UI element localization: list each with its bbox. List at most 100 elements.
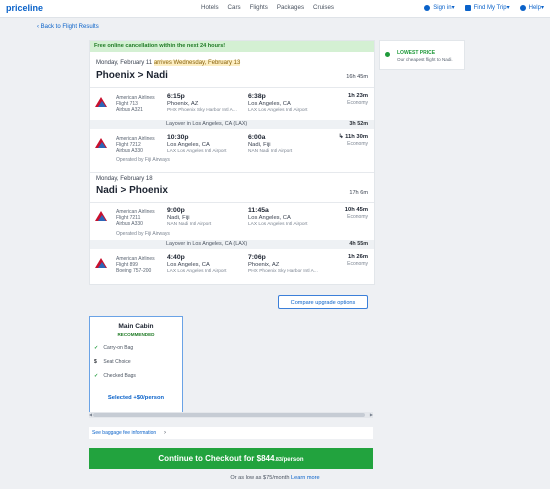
nav-flights[interactable]: Flights [250, 4, 268, 11]
outbound-date-text: Monday, February 11 [96, 60, 153, 66]
american-airlines-logo-icon [95, 97, 108, 107]
priceline-logo[interactable]: priceline [6, 3, 43, 13]
layover-text: Layover in Los Angeles, CA (LAX) [166, 121, 248, 127]
baggage-fee-label: See baggage fee information [92, 430, 157, 436]
check-circle-icon [385, 52, 390, 57]
lowest-price-badge: LOWEST PRICE Our cheapest flight to Nadi… [379, 40, 465, 70]
account-links: Sign in ▾ Find My Trip ▾ Help ▾ [414, 4, 544, 11]
arrival-time: 6:00a [248, 134, 266, 141]
horizontal-scrollbar[interactable]: ◀ ▶ [89, 412, 373, 418]
airline-info: American Airlines Flight 7212 Airbus A33… [116, 136, 155, 155]
layover-row: Layover in Los Angeles, CA (LAX) 4h 55m [90, 240, 374, 249]
arrival-city: Phoenix, AZ [248, 262, 280, 268]
segment-duration: 1h 26m [348, 254, 368, 260]
check-icon: ✓ [94, 345, 99, 351]
back-to-results-link[interactable]: ‹ Back to Flight Results [37, 24, 99, 30]
help-link[interactable]: Help ▾ [519, 4, 544, 11]
segment-duration: 1h 23m [348, 93, 368, 99]
main-cabin-fare-card[interactable]: Main Cabin RECOMMENDED ✓ Carry-on Bag $ … [89, 316, 183, 414]
check-icon: ✓ [94, 373, 99, 379]
checkout-per: /person [281, 457, 304, 463]
baggage-fee-link[interactable]: See baggage fee information › [89, 427, 373, 439]
arrival-city: Los Angeles, CA [248, 101, 291, 107]
arrival-city: Los Angeles, CA [248, 215, 291, 221]
aircraft: Airbus A321 [116, 107, 143, 114]
operated-by: Operated by Fiji Airways [116, 231, 170, 237]
american-airlines-logo-icon [95, 138, 108, 148]
feature-seat-choice: $ Seat Choice [94, 359, 131, 365]
departure-city: Los Angeles, CA [167, 142, 210, 148]
arrival-airport: LAX Los Angeles Intl Airport [248, 222, 308, 227]
cabin-class: Economy [347, 100, 368, 106]
american-airlines-logo-icon [95, 211, 108, 221]
aircraft: Airbus A330 [116, 221, 143, 228]
learn-more-link[interactable]: Learn more [291, 475, 320, 481]
nav-hotels[interactable]: Hotels [201, 4, 219, 11]
airline-info: American Airlines Flight 7211 Airbus A33… [116, 209, 155, 228]
feature-label: Checked Bags [103, 373, 136, 379]
arrival-airport: PHX Phoenix Sky Harbor Intl A... [248, 269, 318, 274]
divider [90, 172, 374, 173]
return-date: Monday, February 18 [96, 176, 153, 182]
segment-duration: ↳ 11h 30m [338, 134, 368, 140]
arrival-note: arrives Wednesday, February 13 [153, 60, 241, 66]
sign-in-link[interactable]: Sign in ▾ [424, 4, 455, 11]
arrival-time: 6:38p [248, 93, 266, 100]
dollar-icon: $ [94, 359, 97, 365]
suitcase-icon [464, 4, 471, 11]
arrival-time: 11:45a [248, 207, 269, 214]
layover-duration: 3h 52m [349, 121, 368, 127]
help-label: Help [528, 4, 541, 11]
departure-time: 4:40p [167, 254, 185, 261]
layover-text: Layover in Los Angeles, CA (LAX) [166, 241, 248, 247]
arrival-airport: LAX Los Angeles Intl Airport [248, 108, 308, 113]
outbound-date: Monday, February 11 arrives Wednesday, F… [96, 60, 241, 66]
departure-airport: LAX Los Angeles Intl Airport [167, 269, 227, 274]
cabin-class: Economy [347, 261, 368, 267]
return-route-title: Nadi > Phoenix [96, 185, 168, 196]
divider [90, 87, 374, 88]
user-icon [424, 4, 431, 11]
departure-airport: LAX Los Angeles Intl Airport [167, 149, 227, 154]
departure-time: 10:30p [167, 134, 189, 141]
scrollbar-thumb[interactable] [93, 413, 365, 417]
american-airlines-logo-icon [95, 258, 108, 268]
departure-time: 9:00p [167, 207, 185, 214]
selected-price: Selected +$0/person [107, 395, 165, 401]
layover-row: Layover in Los Angeles, CA (LAX) 3h 52m [90, 120, 374, 129]
arrival-time: 7:06p [248, 254, 266, 261]
chevron-down-icon: ▾ [540, 5, 544, 11]
departure-city: Los Angeles, CA [167, 262, 210, 268]
help-icon [519, 4, 526, 11]
scroll-left-icon[interactable]: ◀ [89, 412, 92, 417]
layover-duration: 4h 55m [349, 241, 368, 247]
feature-carry-on: ✓ Carry-on Bag [94, 345, 133, 351]
nav-cruises[interactable]: Cruises [313, 4, 334, 11]
departure-city: Phoenix, AZ [167, 101, 199, 107]
checkout-label: Continue to Checkout for $844 [158, 454, 275, 463]
top-nav-bar: priceline Hotels Cars Flights Packages C… [0, 0, 550, 18]
arrival-airport: NAN Nadi Intl Airport [248, 149, 293, 154]
return-total-duration: 17h 6m [349, 190, 368, 196]
departure-airport: NAN Nadi Intl Airport [167, 222, 212, 227]
main-nav: Hotels Cars Flights Packages Cruises [201, 4, 343, 11]
lowest-price-subtitle: Our cheapest flight to Nadi. [397, 57, 453, 62]
feature-label: Carry-on Bag [103, 345, 134, 351]
scroll-right-icon[interactable]: ▶ [370, 412, 373, 417]
nav-packages[interactable]: Packages [277, 4, 304, 11]
my-trip-link[interactable]: Find My Trip ▾ [464, 4, 510, 11]
chevron-down-icon: ▾ [451, 5, 455, 11]
promo-banner: Free online cancellation within the next… [90, 41, 374, 52]
checkout-cents: .83 [274, 457, 282, 463]
lowest-price-title: LOWEST PRICE [397, 50, 436, 56]
cabin-class: Economy [347, 141, 368, 147]
continue-to-checkout-button[interactable]: Continue to Checkout for $844.83/person [89, 448, 373, 469]
chevron-right-icon: › [164, 430, 166, 436]
outbound-total-duration: 16h 45m [346, 74, 368, 80]
sign-in-label: Sign in [433, 4, 452, 11]
aircraft: Boeing 757-200 [116, 268, 152, 275]
nav-cars[interactable]: Cars [228, 4, 241, 11]
compare-upgrade-button[interactable]: Compare upgrade options [278, 295, 368, 309]
cabin-class: Economy [347, 214, 368, 220]
feature-label: Seat Choice [103, 359, 131, 365]
